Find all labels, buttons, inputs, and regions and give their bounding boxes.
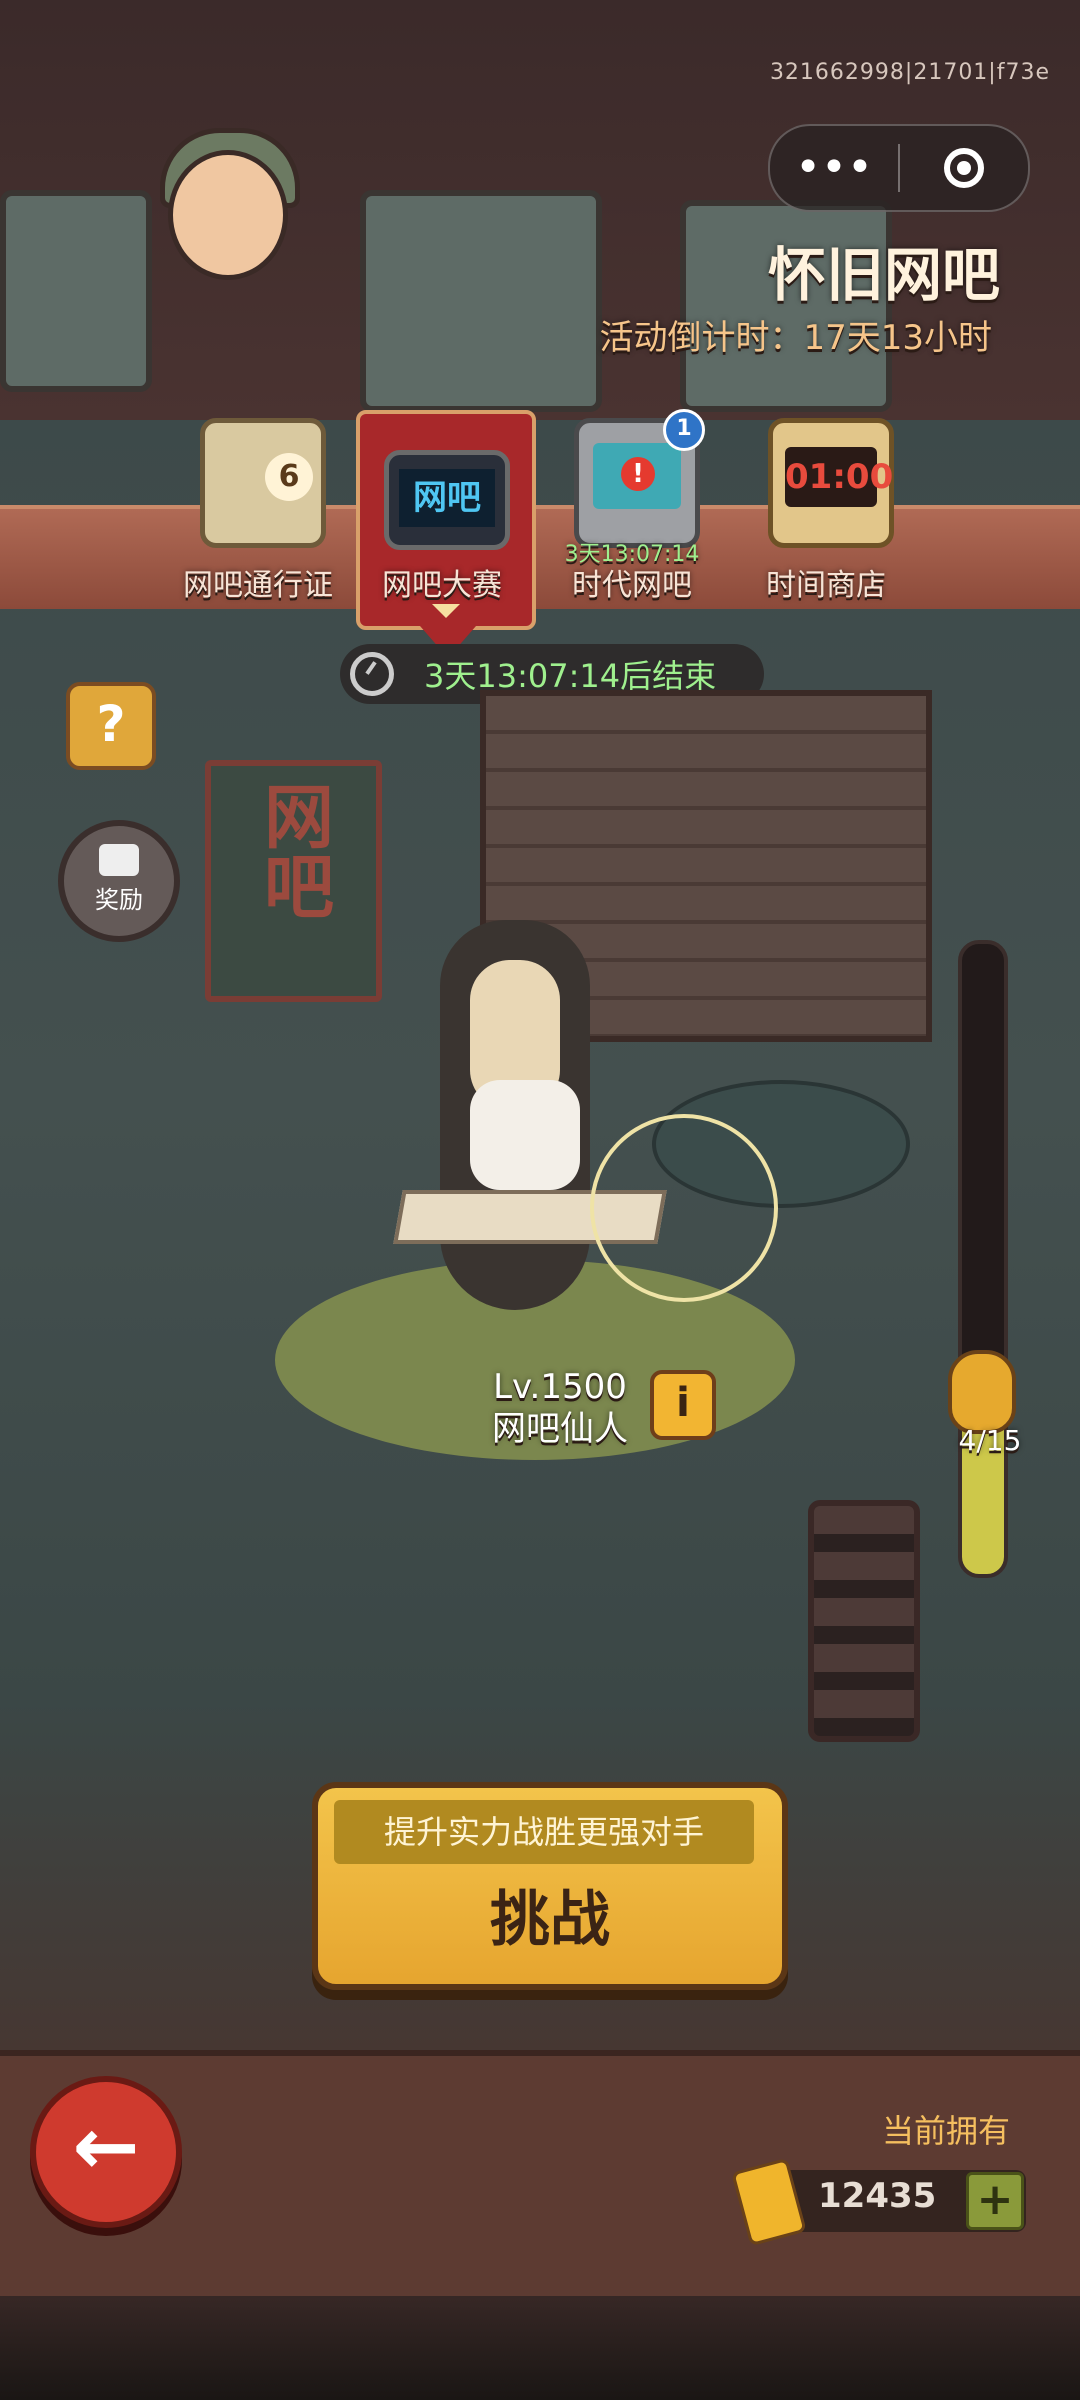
clock-display: 01:00 — [785, 447, 893, 507]
arcade-machine-center — [360, 190, 602, 412]
monitor-screen-text: 网吧 — [399, 469, 495, 527]
progress-gauge — [958, 940, 1008, 1578]
monitor-net-icon: 网吧 — [384, 450, 510, 550]
target-circle-icon — [944, 148, 984, 188]
info-button[interactable]: i — [650, 1370, 716, 1440]
alert-icon: ! — [621, 457, 655, 491]
currency-value: 12435 — [818, 2176, 937, 2216]
pass-jar-icon: 6 — [200, 418, 326, 548]
selected-indicator-icon — [432, 604, 460, 618]
kid-character — [168, 150, 288, 280]
monitor-alert-icon: ! 1 — [574, 409, 705, 548]
game-screen: 321662998|21701|f73e ••• 怀旧网吧 活动倒计时：17天1… — [0, 0, 1080, 2400]
reward-label: 奖励 — [95, 886, 143, 914]
opponent-body — [470, 1080, 580, 1190]
arcade-machine-left — [0, 190, 152, 392]
close-button[interactable] — [900, 148, 1028, 188]
mouse-icon — [948, 1350, 1016, 1434]
wall-grate — [808, 1500, 920, 1742]
help-button[interactable]: ? — [66, 682, 156, 770]
tab-label-shop: 时间商店 — [766, 568, 886, 603]
session-id: 321662998|21701|f73e — [769, 60, 1050, 85]
notification-badge: 1 — [663, 409, 705, 451]
pass-badge: 6 — [265, 453, 313, 501]
tab-label-pass: 网吧通行证 — [183, 568, 333, 603]
clock-icon — [350, 652, 394, 696]
more-dots-icon[interactable]: ••• — [770, 126, 898, 210]
gift-icon — [99, 844, 139, 876]
alert-screen: ! — [593, 443, 681, 509]
tab-label-contest: 网吧大赛 — [382, 568, 502, 603]
currency-label: 当前拥有 — [881, 2112, 1010, 2150]
tab-label-era: 时代网吧 — [572, 568, 692, 603]
activity-countdown: 活动倒计时：17天13小时 — [599, 318, 992, 358]
challenge-subtitle: 提升实力战胜更强对手 — [334, 1800, 754, 1864]
arrow-left-icon: ← — [72, 2100, 140, 2193]
add-currency-button[interactable]: + — [966, 2172, 1024, 2230]
page-title: 怀旧网吧 — [767, 241, 1000, 309]
reward-button[interactable]: 奖励 — [58, 820, 180, 942]
sign-text: 网吧 — [252, 780, 335, 920]
challenge-button[interactable]: 提升实力战胜更强对手 挑战 — [312, 1782, 788, 1990]
mini-program-capsule: ••• — [768, 124, 1030, 212]
tap-target-ring — [590, 1114, 778, 1302]
challenge-label: 挑战 — [490, 1885, 610, 1955]
alarm-clock-icon: 01:00 — [768, 418, 894, 548]
netcafe-sign: 网吧 — [205, 760, 382, 1002]
back-button[interactable]: ← — [30, 2076, 182, 2228]
progress-label: 4/15 — [958, 1424, 1022, 1457]
